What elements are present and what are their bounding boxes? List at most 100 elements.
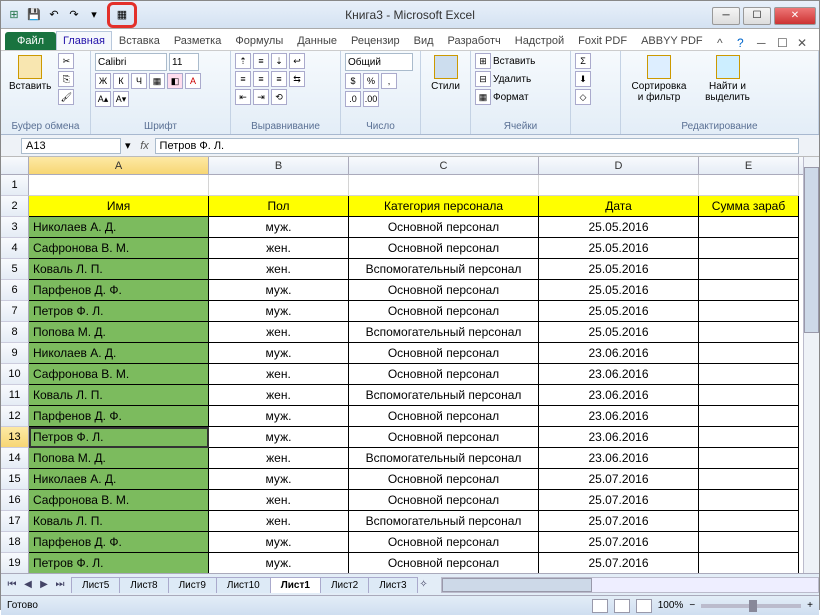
cell[interactable] xyxy=(699,217,799,238)
cell[interactable]: Вспомогательный персонал xyxy=(349,448,539,469)
cell[interactable]: 25.05.2016 xyxy=(539,280,699,301)
namebox-dropdown-icon[interactable]: ▾ xyxy=(121,139,135,152)
decrease-font-icon[interactable]: A▾ xyxy=(113,91,129,107)
cell[interactable]: Попова М. Д. xyxy=(29,448,209,469)
cell[interactable]: Категория персонала xyxy=(349,196,539,217)
comma-icon[interactable]: , xyxy=(381,73,397,89)
cell[interactable] xyxy=(349,175,539,196)
cell[interactable]: Парфенов Д. Ф. xyxy=(29,406,209,427)
normal-view-icon[interactable] xyxy=(592,599,608,613)
cell[interactable]: Коваль Л. П. xyxy=(29,511,209,532)
cell[interactable]: муж. xyxy=(209,427,349,448)
align-top-icon[interactable]: ⇡ xyxy=(235,53,251,69)
cell[interactable]: Сумма зараб xyxy=(699,196,799,217)
ribbon-tab[interactable]: Формулы xyxy=(228,31,290,50)
indent-dec-icon[interactable]: ⇤ xyxy=(235,89,251,105)
cell[interactable]: жен. xyxy=(209,511,349,532)
row-header[interactable]: 2 xyxy=(1,196,29,217)
indent-inc-icon[interactable]: ⇥ xyxy=(253,89,269,105)
autosum-icon[interactable]: Σ xyxy=(575,53,591,69)
new-sheet-icon[interactable]: ✧ xyxy=(417,578,431,592)
col-header-e[interactable]: E xyxy=(699,157,799,174)
cell[interactable]: Основной персонал xyxy=(349,427,539,448)
cell[interactable]: муж. xyxy=(209,532,349,553)
cell[interactable]: 25.05.2016 xyxy=(539,322,699,343)
doc-restore-icon[interactable]: ☐ xyxy=(777,36,791,50)
cell[interactable]: Николаев А. Д. xyxy=(29,217,209,238)
row-header[interactable]: 9 xyxy=(1,343,29,364)
font-size-select[interactable] xyxy=(169,53,199,71)
sheet-tab[interactable]: Лист2 xyxy=(320,577,369,593)
cell[interactable]: 25.05.2016 xyxy=(539,259,699,280)
bold-button[interactable]: Ж xyxy=(95,73,111,89)
zoom-slider[interactable] xyxy=(701,604,801,608)
ribbon-tab[interactable]: Вид xyxy=(407,31,441,50)
cell[interactable]: Дата xyxy=(539,196,699,217)
cell[interactable]: Основной персонал xyxy=(349,490,539,511)
format-painter-icon[interactable]: 🖌 xyxy=(58,89,74,105)
form-icon[interactable]: ▦ xyxy=(113,6,131,24)
sheet-tab[interactable]: Лист1 xyxy=(270,577,321,593)
pagelayout-view-icon[interactable] xyxy=(614,599,630,613)
find-select-button[interactable]: Найти и выделить xyxy=(696,53,759,105)
cell[interactable]: муж. xyxy=(209,217,349,238)
hscroll-thumb[interactable] xyxy=(442,578,593,592)
ribbon-tab[interactable]: Данные xyxy=(290,31,344,50)
cell[interactable] xyxy=(699,406,799,427)
sheet-nav-next-icon[interactable]: ▶ xyxy=(37,578,51,592)
cell[interactable] xyxy=(699,343,799,364)
number-format-select[interactable] xyxy=(345,53,413,71)
cell[interactable] xyxy=(539,175,699,196)
cell[interactable] xyxy=(699,385,799,406)
sheet-nav-last-icon[interactable]: ⏭ xyxy=(53,578,67,592)
sheet-tab[interactable]: Лист10 xyxy=(216,577,271,593)
merge-icon[interactable]: ⇆ xyxy=(289,71,305,87)
cell[interactable]: жен. xyxy=(209,322,349,343)
row-header[interactable]: 6 xyxy=(1,280,29,301)
ribbon-tab[interactable]: ABBYY PDF xyxy=(634,31,710,50)
cell[interactable] xyxy=(699,427,799,448)
cell[interactable]: Николаев А. Д. xyxy=(29,343,209,364)
cell[interactable]: жен. xyxy=(209,259,349,280)
paste-button[interactable]: Вставить xyxy=(5,53,55,94)
help-icon[interactable]: ? xyxy=(737,36,751,50)
col-header-c[interactable]: C xyxy=(349,157,539,174)
row-header[interactable]: 11 xyxy=(1,385,29,406)
cell[interactable]: 23.06.2016 xyxy=(539,448,699,469)
cell[interactable] xyxy=(699,490,799,511)
row-header[interactable]: 16 xyxy=(1,490,29,511)
fill-icon[interactable]: ⬇ xyxy=(575,71,591,87)
align-right-icon[interactable]: ≡ xyxy=(271,71,287,87)
cell[interactable]: Имя xyxy=(29,196,209,217)
vscroll-thumb[interactable] xyxy=(804,167,819,333)
pagebreak-view-icon[interactable] xyxy=(636,599,652,613)
cell[interactable]: Вспомогательный персонал xyxy=(349,511,539,532)
cell[interactable]: 23.06.2016 xyxy=(539,343,699,364)
cell[interactable] xyxy=(699,280,799,301)
doc-minimize-icon[interactable]: ─ xyxy=(757,36,771,50)
vertical-scrollbar[interactable] xyxy=(803,157,819,573)
save-icon[interactable]: 💾 xyxy=(25,6,43,24)
cell[interactable]: жен. xyxy=(209,238,349,259)
cut-icon[interactable]: ✂ xyxy=(58,53,74,69)
cell[interactable]: Основной персонал xyxy=(349,406,539,427)
row-header[interactable]: 17 xyxy=(1,511,29,532)
maximize-button[interactable]: ☐ xyxy=(743,7,771,25)
clear-icon[interactable]: ◇ xyxy=(575,89,591,105)
row-header[interactable]: 4 xyxy=(1,238,29,259)
ribbon-tab[interactable]: Главная xyxy=(56,31,112,50)
row-header[interactable]: 7 xyxy=(1,301,29,322)
cell[interactable] xyxy=(209,175,349,196)
cell[interactable]: Попова М. Д. xyxy=(29,322,209,343)
cell[interactable]: жен. xyxy=(209,385,349,406)
cell[interactable] xyxy=(699,175,799,196)
cell[interactable] xyxy=(699,259,799,280)
underline-button[interactable]: Ч xyxy=(131,73,147,89)
currency-icon[interactable]: $ xyxy=(345,73,361,89)
cell[interactable] xyxy=(699,553,799,573)
cell[interactable]: Основной персонал xyxy=(349,238,539,259)
row-header[interactable]: 18 xyxy=(1,532,29,553)
redo-icon[interactable]: ↷ xyxy=(65,6,83,24)
cell[interactable]: 23.06.2016 xyxy=(539,406,699,427)
cell[interactable] xyxy=(699,532,799,553)
